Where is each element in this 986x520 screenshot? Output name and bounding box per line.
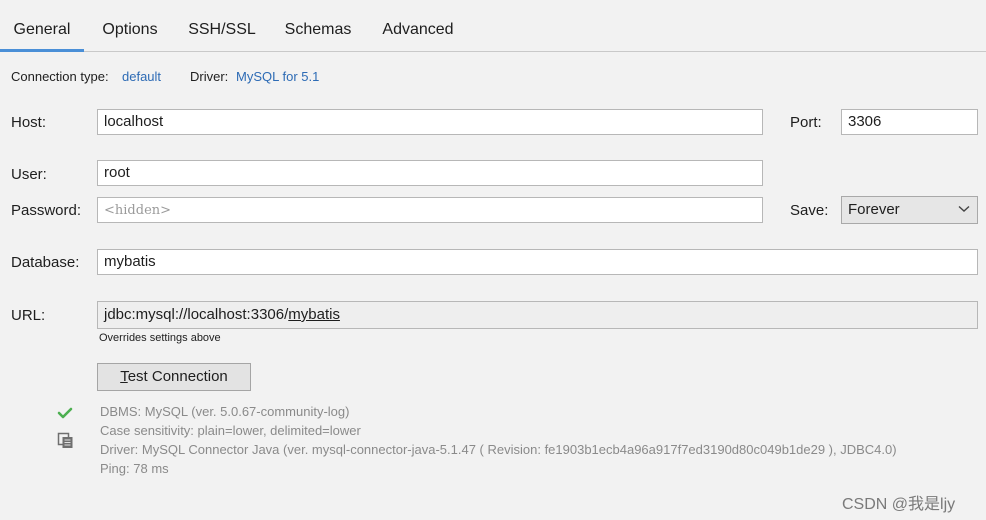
connection-type-label: Connection type: xyxy=(11,69,109,84)
status-driver: Driver: MySQL Connector Java (ver. mysql… xyxy=(100,442,897,457)
save-select[interactable]: Forever xyxy=(841,196,978,224)
password-placeholder: <hidden> xyxy=(104,203,172,218)
tab-ssh-ssl[interactable]: SSH/SSL xyxy=(180,0,264,51)
save-select-value: Forever xyxy=(848,201,900,218)
driver-label: Driver: xyxy=(190,69,229,84)
database-input[interactable]: mybatis xyxy=(97,249,978,275)
port-label: Port: xyxy=(790,114,822,131)
password-label: Password: xyxy=(11,202,82,219)
tab-general[interactable]: General xyxy=(0,0,84,52)
watermark: CSDN @我是ljy xyxy=(842,496,956,513)
url-label: URL: xyxy=(11,307,46,324)
url-note: Overrides settings above xyxy=(99,332,221,344)
port-input[interactable]: 3306 xyxy=(841,109,978,135)
url-database-part: mybatis xyxy=(288,306,340,323)
chevron-down-icon xyxy=(958,205,970,212)
connection-type-link[interactable]: default xyxy=(122,69,161,84)
success-check-icon xyxy=(57,407,73,419)
user-label: User: xyxy=(11,166,47,183)
test-connection-button[interactable]: Test Connection xyxy=(97,363,251,391)
url-prefix: jdbc:mysql://localhost:3306/ xyxy=(104,306,289,323)
status-case-sensitivity: Case sensitivity: plain=lower, delimited… xyxy=(100,423,361,438)
driver-link[interactable]: MySQL for 5.1 xyxy=(236,69,319,84)
tab-schemas[interactable]: Schemas xyxy=(276,0,360,51)
tab-bar: General Options SSH/SSL Schemas Advanced xyxy=(0,0,986,52)
test-connection-mnemonic: T xyxy=(120,368,128,385)
password-input[interactable]: <hidden> xyxy=(97,197,763,223)
status-dbms: DBMS: MySQL (ver. 5.0.67-community-log) xyxy=(100,404,350,419)
tab-advanced[interactable]: Advanced xyxy=(372,0,464,51)
status-ping: Ping: 78 ms xyxy=(100,461,169,476)
user-input[interactable]: root xyxy=(97,160,763,186)
save-label: Save: xyxy=(790,202,829,219)
copy-icon[interactable] xyxy=(57,432,75,450)
test-connection-label: est Connection xyxy=(127,368,228,385)
host-label: Host: xyxy=(11,114,47,131)
tab-options[interactable]: Options xyxy=(92,0,168,51)
database-label: Database: xyxy=(11,254,80,271)
url-input[interactable]: jdbc:mysql://localhost:3306/mybatis xyxy=(97,301,978,329)
host-input[interactable]: localhost xyxy=(97,109,763,135)
